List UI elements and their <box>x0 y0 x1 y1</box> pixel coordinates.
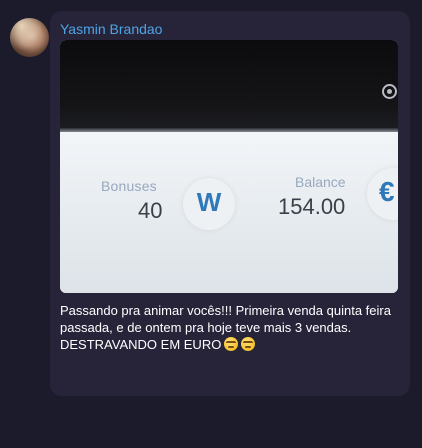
avatar[interactable] <box>10 18 49 57</box>
star-struck-emoji-icon <box>224 337 239 351</box>
w-logo-icon: W <box>183 178 235 230</box>
refresh-icon <box>382 84 397 99</box>
w-logo-letter: W <box>196 187 222 217</box>
bonuses-label: Bonuses <box>101 178 157 194</box>
photo-dark-area <box>60 40 398 132</box>
bonuses-value: 40 <box>138 198 163 223</box>
message-text: Passando pra animar vocês!!! Primeira ve… <box>60 302 400 353</box>
balance-value: 154.00 <box>278 194 346 219</box>
balance-label: Balance <box>295 174 346 190</box>
avatar-image <box>10 18 49 57</box>
euro-symbol: € <box>379 176 395 207</box>
sender-name[interactable]: Yasmin Brandao <box>60 21 162 37</box>
message-line-2: DESTRAVANDO EM EURO <box>60 336 400 353</box>
star-struck-emoji-icon <box>241 337 256 351</box>
message-line-1: Passando pra animar vocês!!! Primeira ve… <box>60 303 391 335</box>
message-line-2-text: DESTRAVANDO EM EURO <box>60 337 222 352</box>
photo-attachment[interactable]: Bonuses 40 W Balance 154.00 € <box>60 40 398 293</box>
